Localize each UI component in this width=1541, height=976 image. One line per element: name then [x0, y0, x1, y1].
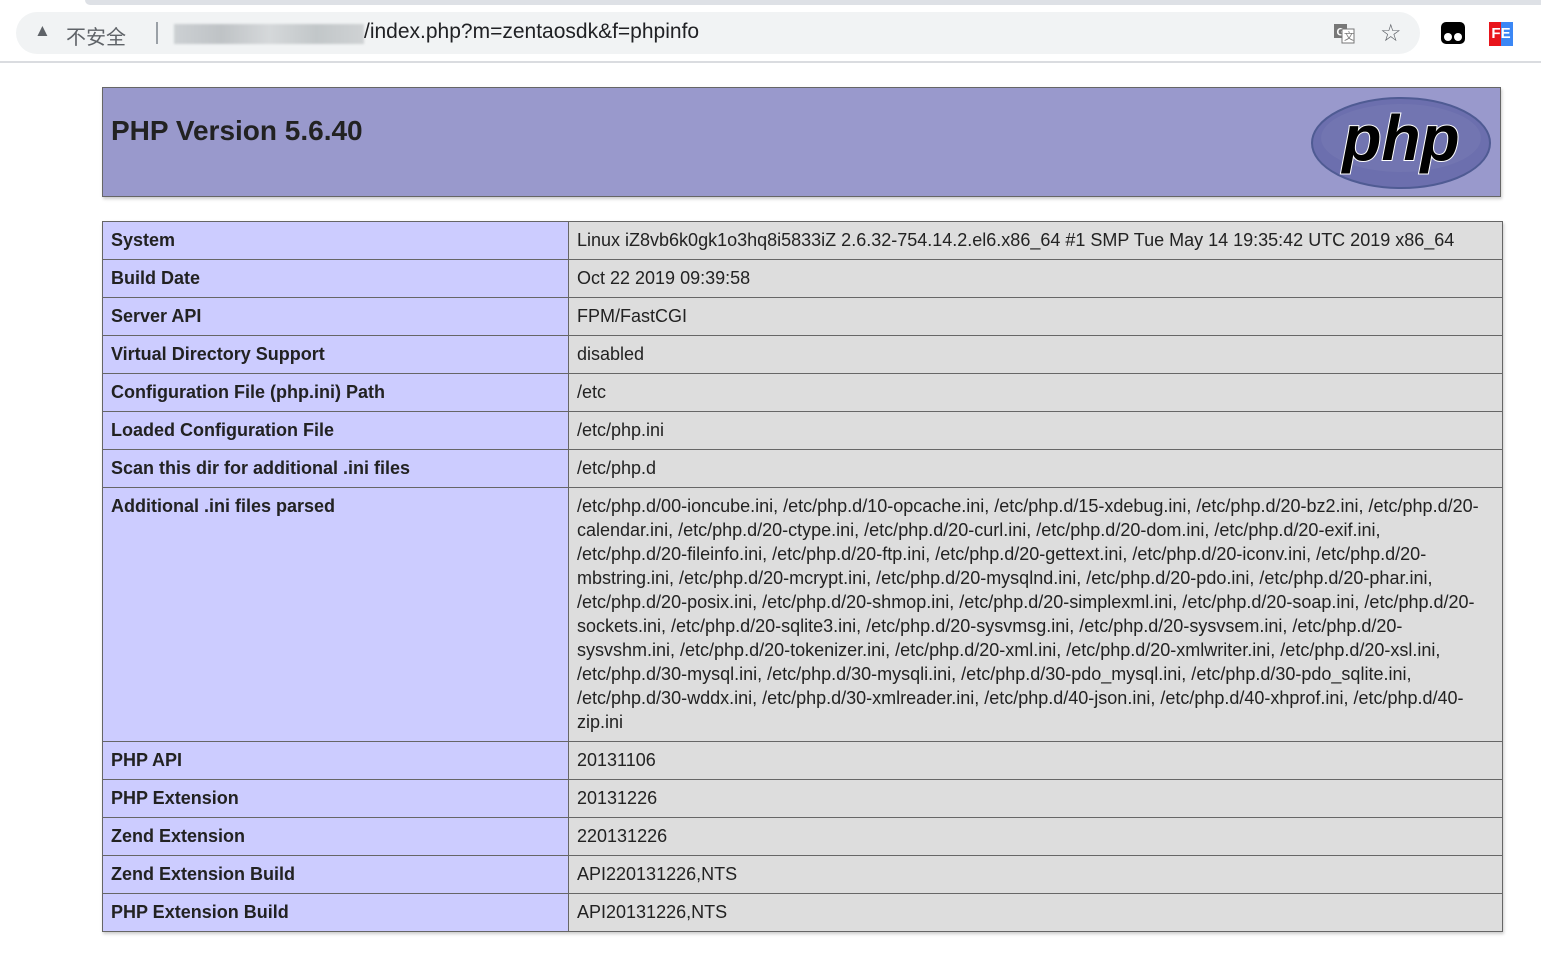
- table-row: PHP API 20131106: [102, 741, 1503, 780]
- row-label: Zend Extension: [102, 817, 569, 856]
- row-value: /etc/php.d/00-ioncube.ini, /etc/php.d/10…: [568, 487, 1503, 742]
- row-label: Additional .ini files parsed: [102, 487, 569, 742]
- row-label: PHP Extension: [102, 779, 569, 818]
- row-value: /etc/php.ini: [568, 411, 1503, 450]
- row-label: System: [102, 221, 569, 260]
- row-value: API20131226,NTS: [568, 893, 1503, 932]
- row-label: Loaded Configuration File: [102, 411, 569, 450]
- row-value: Linux iZ8vb6k0gk1o3hq8i5833iZ 2.6.32-754…: [568, 221, 1503, 260]
- translate-icon[interactable]: G文: [1332, 21, 1356, 51]
- url-text[interactable]: /index.php?m=zentaosdk&f=phpinfo: [364, 20, 699, 44]
- page-title: PHP Version 5.6.40: [111, 115, 363, 146]
- table-row: System Linux iZ8vb6k0gk1o3hq8i5833iZ 2.6.…: [102, 221, 1503, 260]
- bookmark-star-icon[interactable]: ☆: [1380, 19, 1402, 48]
- browser-toolbar: ▲ 不安全 /index.php?m=zentaosdk&f=phpinfo G…: [0, 6, 1541, 63]
- table-row: Configuration File (php.ini) Path/etc: [102, 373, 1503, 412]
- row-value: /etc/php.d: [568, 449, 1503, 488]
- row-value: /etc: [568, 373, 1503, 412]
- row-label: Zend Extension Build: [102, 855, 569, 894]
- extension-icon-1[interactable]: [1441, 22, 1465, 44]
- row-label: Server API: [102, 297, 569, 336]
- row-value: 220131226: [568, 817, 1503, 856]
- row-label: Virtual Directory Support: [102, 335, 569, 374]
- table-row: Additional .ini files parsed/etc/php.d/0…: [102, 487, 1503, 742]
- table-row: Zend Extension Build API220131226,NTS: [102, 855, 1503, 894]
- php-version-header: PHP Version 5.6.40 php: [102, 87, 1501, 197]
- row-label: Configuration File (php.ini) Path: [102, 373, 569, 412]
- redacted-host: [174, 24, 364, 44]
- divider: [156, 22, 158, 44]
- row-label: PHP Extension Build: [102, 893, 569, 932]
- svg-text:php: php: [1340, 102, 1459, 174]
- tab-bar: [85, 0, 1541, 5]
- security-label[interactable]: 不安全: [66, 21, 126, 50]
- row-value: 20131106: [568, 741, 1503, 780]
- row-label: Build Date: [102, 259, 569, 298]
- table-row: Server API FPM/FastCGI: [102, 297, 1503, 336]
- extension-fe-icon[interactable]: FE: [1489, 22, 1513, 46]
- row-label: Scan this dir for additional .ini files: [102, 449, 569, 488]
- svg-text:文: 文: [1344, 30, 1354, 43]
- table-row: Zend Extension 220131226: [102, 817, 1503, 856]
- table-row: PHP Extension Build API20131226,NTS: [102, 893, 1503, 932]
- table-row: Build Date Oct 22 2019 09:39:58: [102, 259, 1503, 298]
- row-value: 20131226: [568, 779, 1503, 818]
- php-logo: php: [1311, 97, 1491, 189]
- row-value: API220131226,NTS: [568, 855, 1503, 894]
- table-row: Scan this dir for additional .ini files /…: [102, 449, 1503, 488]
- table-row: PHP Extension 20131226: [102, 779, 1503, 818]
- row-label: PHP API: [102, 741, 569, 780]
- table-row: Loaded Configuration File/etc/php.ini: [102, 411, 1503, 450]
- phpinfo-table: System Linux iZ8vb6k0gk1o3hq8i5833iZ 2.6.…: [102, 221, 1503, 932]
- address-bar[interactable]: ▲ 不安全 /index.php?m=zentaosdk&f=phpinfo G…: [16, 12, 1420, 54]
- row-value: FPM/FastCGI: [568, 297, 1503, 336]
- warning-icon[interactable]: ▲: [34, 21, 51, 41]
- row-value: disabled: [568, 335, 1503, 374]
- table-row: Virtual Directory Support disabled: [102, 335, 1503, 374]
- row-value: Oct 22 2019 09:39:58: [568, 259, 1503, 298]
